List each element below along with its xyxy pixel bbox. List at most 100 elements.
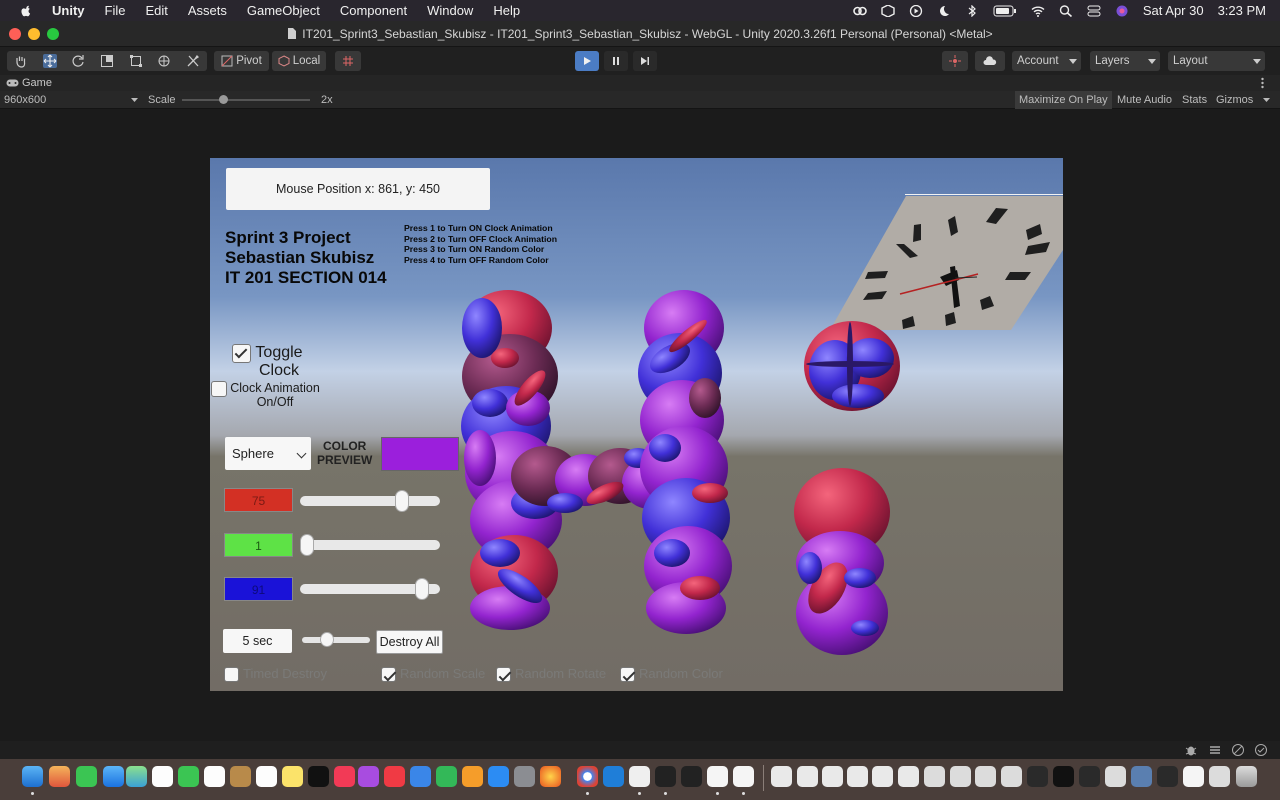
mute-audio-toggle[interactable]: Mute Audio	[1113, 91, 1176, 109]
dock-chrome-icon[interactable]	[577, 766, 598, 787]
cloud-button[interactable]	[975, 51, 1005, 71]
dock-app-store-icon[interactable]	[488, 766, 509, 787]
clock-animation-checkbox[interactable]	[211, 381, 227, 397]
menu-gameobject[interactable]: GameObject	[247, 3, 320, 18]
dock-unity-hub-icon[interactable]	[629, 766, 650, 787]
dock-maps-icon[interactable]	[126, 766, 147, 787]
green-slider[interactable]	[300, 534, 440, 556]
dock-reminders-icon[interactable]	[256, 766, 277, 787]
dock-numbers-icon[interactable]	[436, 766, 457, 787]
menu-app-unity[interactable]: Unity	[52, 3, 85, 18]
dock-calendar-icon[interactable]	[204, 766, 225, 787]
control-center-icon[interactable]	[1087, 5, 1101, 17]
cache-icon[interactable]	[1231, 743, 1245, 757]
scale-slider-knob[interactable]	[219, 95, 228, 104]
destroy-all-button[interactable]: Destroy All	[376, 630, 443, 654]
toggle-clock-checkbox[interactable]	[232, 344, 251, 363]
tab-game[interactable]: Game	[6, 76, 52, 90]
spotlight-search-icon[interactable]	[1059, 4, 1073, 17]
dock-podcasts-icon[interactable]	[358, 766, 379, 787]
dock-photos-icon[interactable]	[152, 766, 173, 787]
dock-g-app-3-icon[interactable]	[1183, 766, 1204, 787]
dock-window-thumbnail-icon[interactable]	[975, 766, 996, 787]
progress-icon[interactable]	[1254, 743, 1268, 757]
shape-dropdown[interactable]: Sphere	[225, 437, 311, 470]
blue-slider-knob[interactable]	[414, 578, 429, 600]
gizmos-dropdown[interactable]: Gizmos	[1212, 91, 1270, 109]
menu-assets[interactable]: Assets	[188, 3, 227, 18]
dock-tv-icon[interactable]	[308, 766, 329, 787]
dock-vscode-icon[interactable]	[603, 766, 624, 787]
play-button[interactable]	[575, 51, 599, 71]
step-button[interactable]	[633, 51, 657, 71]
dock-document-icon[interactable]	[797, 766, 818, 787]
dock-window-thumbnail-icon[interactable]	[1079, 766, 1100, 787]
dock-window-thumbnail-icon[interactable]	[1209, 766, 1230, 787]
transform-tool-icon[interactable]	[157, 54, 171, 68]
dock-launchpad-icon[interactable]	[49, 766, 70, 787]
red-slider-knob[interactable]	[394, 490, 409, 512]
menubar-date[interactable]: Sat Apr 30	[1143, 3, 1204, 18]
dock-pages-icon[interactable]	[462, 766, 483, 787]
menu-help[interactable]: Help	[493, 3, 520, 18]
timer-slider[interactable]	[302, 632, 370, 647]
stack-icon[interactable]	[1208, 743, 1222, 757]
dock-window-thumbnail-icon[interactable]	[1105, 766, 1126, 787]
account-dropdown[interactable]: Account	[1012, 51, 1081, 71]
move-tool-icon[interactable]	[42, 54, 57, 68]
dock-unity-icon[interactable]	[655, 766, 676, 787]
dock-music-icon[interactable]	[334, 766, 355, 787]
more-options-icon[interactable]	[1261, 77, 1264, 89]
dock-trash-icon[interactable]	[1236, 766, 1257, 787]
dock-window-thumbnail-icon[interactable]	[1027, 766, 1048, 787]
dock-unity-2-icon[interactable]	[681, 766, 702, 787]
resolution-dropdown[interactable]: 960x600	[0, 91, 140, 109]
dock-window-thumbnail-icon[interactable]	[1131, 766, 1152, 787]
menubar-time[interactable]: 3:23 PM	[1218, 3, 1266, 18]
moon-icon[interactable]	[937, 5, 951, 17]
local-button[interactable]: Local	[272, 51, 326, 71]
dock-document-icon[interactable]	[872, 766, 893, 787]
dock-window-thumbnail-icon[interactable]	[924, 766, 945, 787]
dock-window-thumbnail-icon[interactable]	[950, 766, 971, 787]
dock-mail-icon[interactable]	[103, 766, 124, 787]
wifi-icon[interactable]	[1031, 5, 1045, 17]
game-canvas[interactable]: Mouse Position x: 861, y: 450 Sprint 3 P…	[210, 158, 1063, 691]
random-rotate-checkbox[interactable]	[496, 667, 511, 682]
unity-status-icon[interactable]	[881, 4, 895, 17]
dock-window-thumbnail-icon[interactable]	[1157, 766, 1178, 787]
siri-icon[interactable]	[1115, 5, 1129, 17]
dock-news-icon[interactable]	[384, 766, 405, 787]
dock-keynote-icon[interactable]	[410, 766, 431, 787]
scale-slider[interactable]	[182, 95, 310, 104]
green-slider-knob[interactable]	[300, 534, 314, 556]
dock-notes-icon[interactable]	[282, 766, 303, 787]
dock-messages-icon[interactable]	[76, 766, 97, 787]
collab-button[interactable]	[942, 51, 968, 71]
hand-tool-icon[interactable]	[14, 54, 28, 68]
custom-tool-icon[interactable]	[186, 54, 200, 68]
menu-window[interactable]: Window	[427, 3, 473, 18]
timer-slider-knob[interactable]	[319, 632, 334, 647]
maximize-on-play-toggle[interactable]: Maximize On Play	[1015, 91, 1112, 109]
random-scale-checkbox[interactable]	[381, 667, 396, 682]
dock-window-thumbnail-icon[interactable]	[1053, 766, 1074, 787]
creative-cloud-icon[interactable]	[853, 5, 867, 17]
red-slider[interactable]	[300, 490, 440, 512]
stats-toggle[interactable]: Stats	[1178, 91, 1211, 109]
bluetooth-icon[interactable]	[965, 4, 979, 17]
layout-dropdown[interactable]: Layout	[1168, 51, 1265, 71]
random-color-checkbox[interactable]	[620, 667, 635, 682]
timed-destroy-checkbox[interactable]	[224, 667, 239, 682]
dock-g-app-icon[interactable]	[707, 766, 728, 787]
dock-document-icon[interactable]	[771, 766, 792, 787]
dock-window-thumbnail-icon[interactable]	[1001, 766, 1022, 787]
layers-dropdown[interactable]: Layers	[1090, 51, 1160, 71]
menu-edit[interactable]: Edit	[145, 3, 167, 18]
apple-icon[interactable]	[18, 4, 34, 18]
dock-g-app-2-icon[interactable]	[733, 766, 754, 787]
dock-contacts-icon[interactable]	[230, 766, 251, 787]
dock-facetime-icon[interactable]	[178, 766, 199, 787]
rect-tool-icon[interactable]	[129, 54, 143, 68]
pivot-button[interactable]: Pivot	[214, 51, 269, 71]
